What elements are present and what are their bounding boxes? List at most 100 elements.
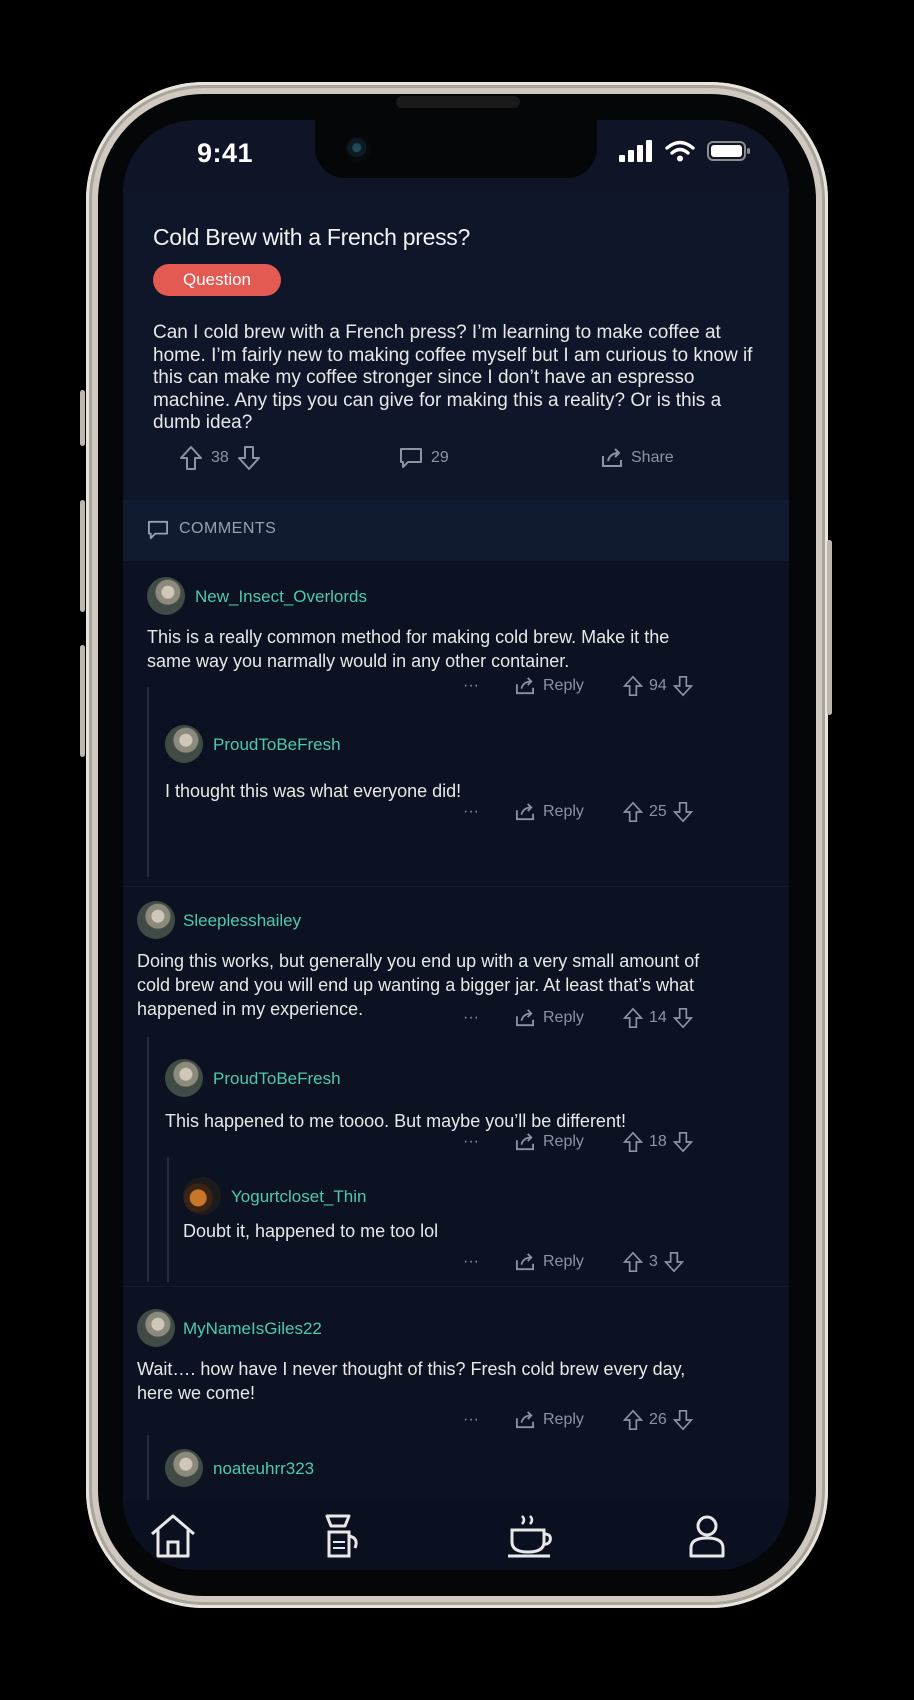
reply-button[interactable]: Reply — [515, 1247, 584, 1277]
vote-group: 3 — [623, 1247, 684, 1277]
volume-down-button — [80, 645, 85, 757]
thread-indent-line — [147, 1435, 149, 1501]
comment-username[interactable]: ProudToBeFresh — [213, 1069, 341, 1089]
reply-label: Reply — [543, 1009, 584, 1026]
reply-button[interactable]: Reply — [515, 1003, 584, 1033]
comment-actions: ··· Reply 18 — [463, 1127, 763, 1157]
comments-header: COMMENTS — [123, 500, 789, 560]
upvote-icon[interactable] — [623, 675, 643, 697]
comment-actions: ··· Reply 3 — [463, 1247, 763, 1277]
avatar[interactable] — [165, 1059, 203, 1097]
reply-label: Reply — [543, 803, 584, 820]
more-options-button[interactable]: ··· — [463, 1127, 479, 1157]
comment-actions: ··· Reply 94 — [463, 671, 763, 701]
coffee-cup-icon — [508, 1515, 552, 1558]
notch — [315, 120, 597, 178]
vote-group: 26 — [623, 1405, 693, 1435]
upvote-icon[interactable] — [179, 445, 203, 471]
vote-group: 94 — [623, 671, 693, 701]
share-icon — [602, 448, 622, 467]
tab-home[interactable] — [145, 1508, 201, 1564]
volume-up-button — [80, 500, 85, 612]
status-time: 9:41 — [197, 138, 254, 168]
downvote-icon[interactable] — [672, 675, 693, 697]
vote-count: 3 — [649, 1253, 658, 1270]
reply-icon — [516, 803, 534, 821]
thread-indent-line — [147, 687, 149, 877]
upvote-icon[interactable] — [623, 1131, 643, 1153]
avatar[interactable] — [165, 725, 203, 763]
downvote-icon[interactable] — [237, 445, 261, 471]
question-tag[interactable]: Question — [153, 264, 281, 296]
comment-actions: ··· Reply 25 — [463, 797, 763, 827]
avatar[interactable] — [147, 577, 185, 615]
reply-button[interactable]: Reply — [515, 671, 584, 701]
tab-brew[interactable] — [313, 1508, 369, 1564]
comment-icon — [148, 520, 168, 540]
comment-username[interactable]: Sleeplesshailey — [183, 911, 301, 931]
coffee-maker-icon — [325, 1514, 358, 1558]
comment-actions: ··· Reply 14 — [463, 1003, 763, 1033]
upvote-icon[interactable] — [623, 1251, 643, 1273]
reply-label: Reply — [543, 1253, 584, 1270]
vote-count: 18 — [649, 1133, 667, 1150]
comment-username[interactable]: Yogurtcloset_Thin — [231, 1187, 366, 1207]
vote-count: 26 — [649, 1411, 667, 1428]
comment-icon — [400, 448, 422, 468]
avatar[interactable] — [137, 1309, 175, 1347]
more-options-button[interactable]: ··· — [463, 797, 479, 827]
reply-icon — [516, 1411, 534, 1429]
reply-icon — [516, 1253, 534, 1271]
wifi-icon — [665, 140, 695, 162]
reply-button[interactable]: Reply — [515, 797, 584, 827]
earpiece-speaker — [396, 96, 520, 108]
comment-text: Doubt it, happened to me too lol — [183, 1221, 439, 1241]
reply-button[interactable]: Reply — [515, 1127, 584, 1157]
more-options-button[interactable]: ··· — [463, 671, 479, 701]
reply-label: Reply — [543, 677, 584, 694]
comment-username[interactable]: noateuhrr323 — [213, 1459, 314, 1479]
power-button — [827, 540, 832, 715]
upvote-icon[interactable] — [623, 1007, 643, 1029]
signal-icon — [619, 140, 652, 162]
downvote-icon[interactable] — [672, 1409, 693, 1431]
share-button[interactable]: Share — [601, 440, 674, 476]
downvote-icon[interactable] — [672, 1131, 693, 1153]
post-vote-group: 38 — [179, 440, 261, 476]
comment-thread: MyNameIsGiles22 Wait…. how have I never … — [123, 1286, 789, 1501]
front-camera — [345, 136, 371, 162]
comment-text: Wait…. how have I never thought of this?… — [137, 1359, 686, 1403]
vote-count: 14 — [649, 1009, 667, 1026]
comments-header-label: COMMENTS — [179, 520, 277, 537]
comment-username[interactable]: MyNameIsGiles22 — [183, 1319, 322, 1339]
more-options-button[interactable]: ··· — [463, 1247, 479, 1277]
post-comments-button[interactable]: 29 — [399, 440, 449, 476]
reply-label: Reply — [543, 1411, 584, 1428]
more-options-button[interactable]: ··· — [463, 1003, 479, 1033]
reply-label: Reply — [543, 1133, 584, 1150]
tab-coffee[interactable] — [503, 1508, 559, 1564]
upvote-icon[interactable] — [623, 1409, 643, 1431]
vote-group: 18 — [623, 1127, 693, 1157]
reply-button[interactable]: Reply — [515, 1405, 584, 1435]
status-icons — [619, 140, 751, 162]
more-options-button[interactable]: ··· — [463, 1405, 479, 1435]
share-label: Share — [631, 449, 674, 466]
downvote-icon[interactable] — [672, 801, 693, 823]
avatar[interactable] — [137, 901, 175, 939]
avatar[interactable] — [165, 1449, 203, 1487]
reply-icon — [516, 1133, 534, 1151]
silent-switch — [80, 390, 85, 446]
thread-indent-line — [147, 1037, 149, 1282]
comment-username[interactable]: New_Insect_Overlords — [195, 587, 367, 607]
avatar[interactable] — [183, 1177, 221, 1215]
comment-username[interactable]: ProudToBeFresh — [213, 735, 341, 755]
downvote-icon[interactable] — [663, 1251, 684, 1273]
vote-group: 25 — [623, 797, 693, 827]
comment-thread: New_Insect_Overlords This is a really co… — [123, 560, 789, 886]
comment-thread: Sleeplesshailey Doing this works, but ge… — [123, 886, 789, 1286]
tab-profile[interactable] — [679, 1508, 735, 1564]
upvote-icon[interactable] — [623, 801, 643, 823]
downvote-icon[interactable] — [672, 1007, 693, 1029]
bottom-tab-bar — [123, 1500, 789, 1570]
